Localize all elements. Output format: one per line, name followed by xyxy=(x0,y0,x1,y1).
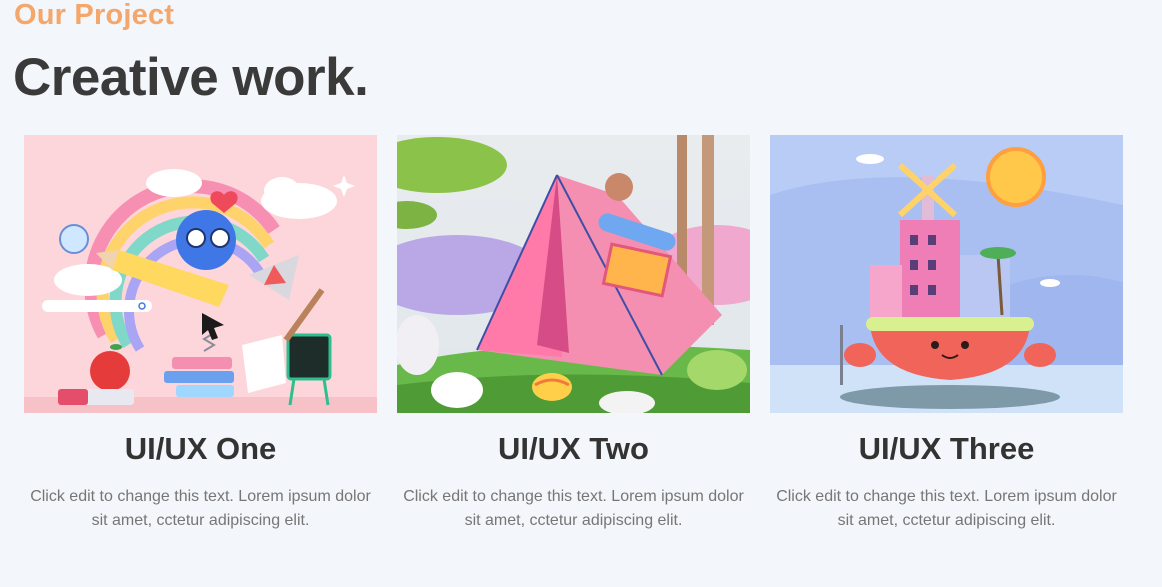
project-title-two[interactable]: UI/UX Two xyxy=(397,431,750,467)
pink-tent-illustration xyxy=(397,135,750,413)
section-eyebrow: Our Project xyxy=(14,0,175,31)
project-image-one[interactable] xyxy=(24,135,377,413)
project-title-one[interactable]: UI/UX One xyxy=(24,431,377,467)
project-description-three: Click edit to change this text. Lorem ip… xyxy=(776,488,1117,529)
project-title-three[interactable]: UI/UX Three xyxy=(770,431,1123,467)
project-card-one[interactable]: UI/UX One Click edit to change this text… xyxy=(24,135,377,533)
project-image-two[interactable] xyxy=(397,135,750,413)
crab-island-illustration xyxy=(770,135,1123,413)
project-description-one: Click edit to change this text. Lorem ip… xyxy=(30,488,371,529)
pink-rainbow-illustration xyxy=(24,135,377,413)
project-description-two: Click edit to change this text. Lorem ip… xyxy=(403,488,744,529)
project-card-two[interactable]: UI/UX Two Click edit to change this text… xyxy=(397,135,750,533)
project-card-three[interactable]: UI/UX Three Click edit to change this te… xyxy=(770,135,1123,533)
project-grid: UI/UX One Click edit to change this text… xyxy=(24,135,1123,533)
section-headline: Creative work. xyxy=(13,48,369,107)
creative-work-section: Our Project Creative work. UI/UX One Cli… xyxy=(0,0,1162,587)
project-image-three[interactable] xyxy=(770,135,1123,413)
